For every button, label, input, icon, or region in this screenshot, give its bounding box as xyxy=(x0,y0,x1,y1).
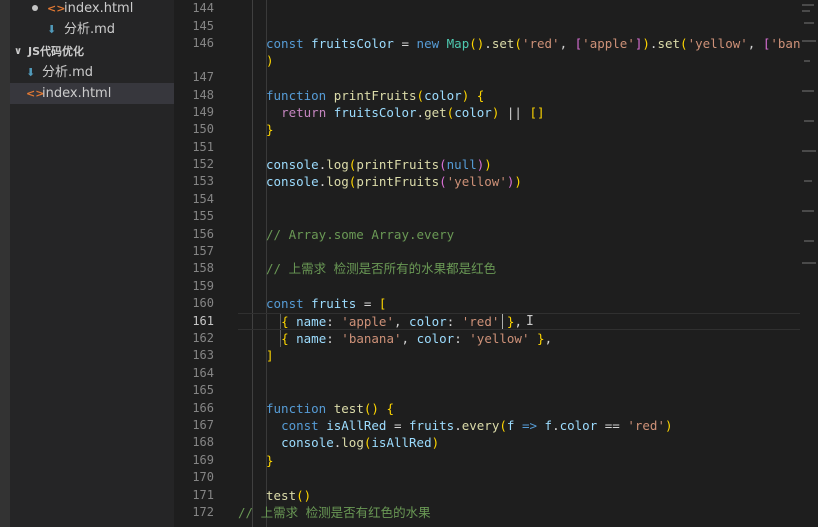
file-item-index-html-top[interactable]: <> index.html xyxy=(10,0,174,19)
html-file-icon: <> xyxy=(47,2,66,15)
mouse-ibeam-cursor: I xyxy=(526,314,534,329)
code-line: test() xyxy=(266,488,312,503)
minimap-line xyxy=(802,40,816,42)
line-number: 172 xyxy=(192,505,214,519)
file-item-analysis-md-top[interactable]: ⬇ 分析.md xyxy=(10,19,174,40)
code-line: console.log(isAllRed) xyxy=(281,435,440,450)
code-line: // Array.some Array.every xyxy=(266,227,455,242)
line-number: 170 xyxy=(192,470,214,484)
line-number: 151 xyxy=(192,140,214,154)
file-label: index.html xyxy=(64,1,134,16)
line-number: 164 xyxy=(192,366,214,380)
code-line: const fruits = [ xyxy=(266,296,387,311)
markdown-file-icon: ⬇ xyxy=(26,66,36,79)
minimap-line xyxy=(802,210,814,212)
code-line: // 上需求 检测是否有红色的水果 xyxy=(238,505,431,520)
line-number: 147 xyxy=(192,70,214,84)
line-number: 160 xyxy=(192,296,214,310)
markdown-file-icon: ⬇ xyxy=(47,23,57,36)
code-line-active: { name: 'apple', color: 'red' }, xyxy=(281,314,522,329)
minimap-line xyxy=(804,240,814,242)
indent-guide xyxy=(252,0,253,527)
minimap-line xyxy=(802,4,814,6)
line-number: 152 xyxy=(192,157,214,171)
code-line: const fruitsColor = new Map().set('red',… xyxy=(266,36,818,51)
line-number: 146 xyxy=(192,36,214,50)
line-number: 165 xyxy=(192,383,214,397)
line-number: 145 xyxy=(192,19,214,33)
minimap-line xyxy=(804,60,810,62)
line-number: 150 xyxy=(192,122,214,136)
code-line: console.log(printFruits(null)) xyxy=(266,157,492,172)
modified-dot-icon xyxy=(32,5,38,11)
file-item-index-html[interactable]: <> index.html xyxy=(10,83,174,104)
code-line: return fruitsColor.get(color) || [] xyxy=(281,105,545,120)
minimap-line xyxy=(804,22,814,24)
line-number: 167 xyxy=(192,418,214,432)
file-label: 分析.md xyxy=(42,65,94,80)
line-number: 156 xyxy=(192,227,214,241)
activity-bar xyxy=(0,0,10,527)
file-label: 分析.md xyxy=(64,22,116,37)
minimap-line xyxy=(802,262,816,264)
minimap-line xyxy=(802,90,814,92)
line-number: 162 xyxy=(192,331,214,345)
line-number: 149 xyxy=(192,105,214,119)
line-number: 159 xyxy=(192,279,214,293)
text-cursor xyxy=(502,314,503,329)
minimap[interactable] xyxy=(800,0,818,527)
line-number: 158 xyxy=(192,261,214,275)
minimap-line xyxy=(802,150,816,152)
line-number: 157 xyxy=(192,244,214,258)
minimap-line xyxy=(804,180,812,182)
line-number: 168 xyxy=(192,435,214,449)
line-number: 155 xyxy=(192,209,214,223)
explorer-sidebar: <> index.html ⬇ 分析.md ∨ JS代码优化 ⬇ 分析.md <… xyxy=(10,0,174,527)
code-line: { name: 'banana', color: 'yellow' }, xyxy=(281,331,553,346)
file-item-analysis-md[interactable]: ⬇ 分析.md xyxy=(10,62,174,83)
code-line: function printFruits(color) { xyxy=(266,88,485,103)
code-line: } xyxy=(266,453,274,468)
code-line: // 上需求 检测是否所有的水果都是红色 xyxy=(266,261,497,276)
code-editor[interactable]: 144 145 146 147 148 149 150 151 152 153 … xyxy=(174,0,818,527)
line-number: 144 xyxy=(192,1,214,15)
folder-label: JS代码优化 xyxy=(28,45,85,58)
line-number: 148 xyxy=(192,88,214,102)
line-number: 169 xyxy=(192,453,214,467)
minimap-line xyxy=(802,10,810,12)
line-number: 171 xyxy=(192,488,214,502)
code-line: ] xyxy=(266,348,274,363)
line-number: 166 xyxy=(192,401,214,415)
line-number-active: 161 xyxy=(192,314,214,328)
code-line: const isAllRed = fruits.every(f => f.col… xyxy=(281,418,673,433)
file-label: index.html xyxy=(42,86,112,101)
folder-item-js-optimization[interactable]: ∨ JS代码优化 xyxy=(10,41,174,62)
minimap-line xyxy=(804,120,814,122)
code-line: console.log(printFruits('yellow')) xyxy=(266,174,522,189)
line-number: 154 xyxy=(192,192,214,206)
line-number: 153 xyxy=(192,174,214,188)
line-number: 163 xyxy=(192,348,214,362)
code-line: function test() { xyxy=(266,401,394,416)
chevron-down-icon: ∨ xyxy=(14,46,23,57)
code-line: } xyxy=(266,122,274,137)
code-line: ) xyxy=(266,53,274,68)
